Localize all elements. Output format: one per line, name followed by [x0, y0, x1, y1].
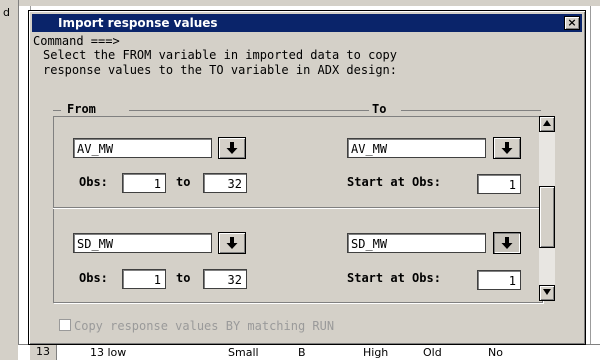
background-table-row: 13 13 low Small B High Old No: [18, 344, 600, 361]
to-variable-field[interactable]: AV_MW: [347, 138, 486, 158]
arrow-down-icon: [501, 142, 513, 154]
background-cell: No: [488, 346, 503, 359]
start-at-obs-label: Start at Obs:: [347, 271, 441, 285]
arrow-down-icon: [226, 237, 238, 249]
from-variable-dropdown-button[interactable]: [218, 137, 246, 159]
dialog-title: Import response values: [58, 16, 218, 30]
from-variable-dropdown-button[interactable]: [218, 232, 246, 254]
obs-to-field[interactable]: 32: [203, 173, 247, 193]
to-header: To: [372, 102, 387, 116]
close-icon: ×: [567, 16, 577, 29]
from-variable-field[interactable]: AV_MW: [73, 138, 212, 158]
obs-from-field[interactable]: 1: [122, 173, 166, 193]
instructions: Select the FROM variable in imported dat…: [43, 48, 563, 78]
arrow-down-icon: [501, 237, 513, 249]
command-line[interactable]: Command ===>: [33, 34, 120, 48]
to-label: to: [176, 175, 191, 189]
start-obs-field[interactable]: 1: [477, 174, 521, 194]
scroll-thumb[interactable]: [539, 186, 555, 248]
obs-label: Obs:: [79, 271, 108, 285]
obs-label: Obs:: [79, 175, 108, 189]
to-variable-dropdown-button[interactable]: [493, 137, 521, 159]
instruction-line: Select the FROM variable in imported dat…: [43, 48, 398, 62]
background-cell: Old: [423, 346, 442, 359]
from-header: From: [67, 102, 96, 116]
triangle-down-icon: [543, 289, 551, 295]
copy-by-run-checkbox[interactable]: [59, 319, 71, 331]
close-button[interactable]: ×: [564, 16, 580, 30]
obs-to-field[interactable]: 32: [203, 269, 247, 289]
to-variable-dropdown-button[interactable]: [493, 232, 521, 254]
from-variable-field[interactable]: SD_MW: [73, 233, 212, 253]
row-divider: [53, 207, 541, 208]
import-response-dialog: Import response values × Command ===> Se…: [28, 10, 586, 345]
scroll-down-button[interactable]: [539, 285, 555, 301]
triangle-up-icon: [543, 120, 551, 126]
instruction-line: response values to the TO variable in AD…: [43, 63, 398, 77]
start-obs-field[interactable]: 1: [477, 270, 521, 290]
to-label: to: [176, 271, 191, 285]
dialog-titlebar[interactable]: Import response values ×: [32, 14, 582, 32]
background-left-label: d: [3, 6, 10, 19]
background-cell: 13 low: [90, 346, 127, 359]
copy-by-run-label: Copy response values BY matching RUN: [74, 319, 335, 333]
background-cell: B: [298, 346, 306, 359]
background-cell: 13: [30, 345, 57, 360]
to-variable-field[interactable]: SD_MW: [347, 233, 486, 253]
obs-from-field[interactable]: 1: [122, 269, 166, 289]
start-at-obs-label: Start at Obs:: [347, 175, 441, 189]
copy-by-run-option[interactable]: Copy response values BY matching RUN: [59, 319, 334, 333]
arrow-down-icon: [226, 142, 238, 154]
background-cell: High: [363, 346, 389, 359]
vertical-scrollbar[interactable]: [539, 116, 555, 301]
scroll-up-button[interactable]: [539, 116, 555, 132]
background-cell: Small: [228, 346, 259, 359]
background-left-strip: d: [0, 0, 19, 360]
